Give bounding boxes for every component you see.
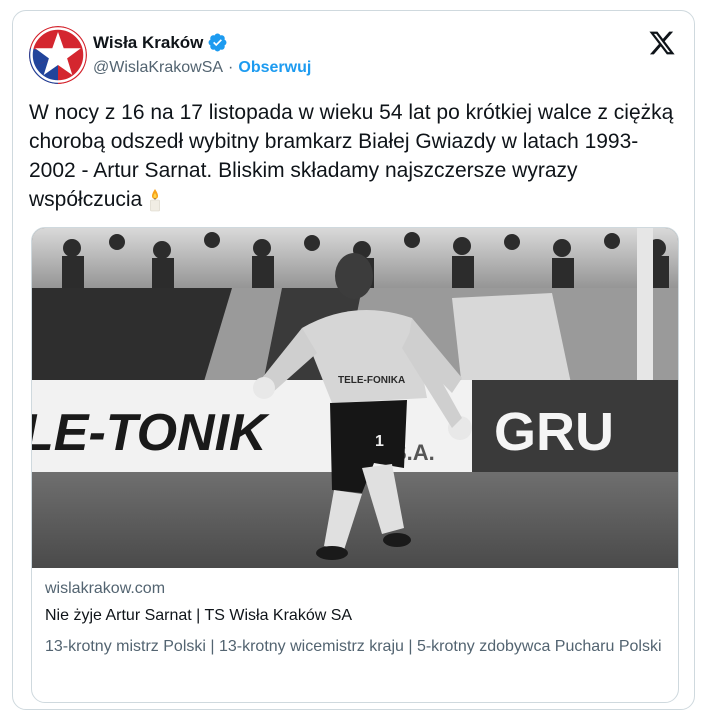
wisla-crest-icon[interactable]: [29, 26, 87, 84]
tweet-text: W nocy z 16 na 17 listopada w wieku 54 l…: [29, 98, 679, 214]
link-card-meta: wislakrakow.com Nie żyje Artur Sarnat | …: [45, 580, 665, 659]
link-domain: wislakrakow.com: [45, 580, 166, 597]
link-preview-card[interactable]: LE-TONIK S.A. GRU TELE-FONIKA 1 wislakra…: [31, 227, 679, 703]
author-handle[interactable]: @WislaKrakowSA: [93, 59, 223, 77]
shirt-text: TELE-FONIKA: [338, 375, 405, 386]
board-text-left: LE-TONIK: [32, 404, 270, 462]
x-logo-icon[interactable]: [648, 29, 676, 57]
shorts-number: 1: [375, 433, 384, 450]
verified-badge-icon: [208, 33, 227, 52]
author-name[interactable]: Wisła Kraków: [93, 33, 203, 53]
author-name-row: Wisła Kraków: [93, 32, 228, 53]
board-text-right: GRU: [494, 402, 614, 462]
link-description: 13-krotny mistrz Polski | 13-krotny wice…: [45, 638, 662, 655]
follow-button[interactable]: Obserwuj: [238, 59, 311, 77]
article-photo[interactable]: LE-TONIK S.A. GRU TELE-FONIKA 1: [32, 228, 678, 568]
tweet-body: W nocy z 16 na 17 listopada w wieku 54 l…: [29, 101, 674, 211]
author-handle-row: @WislaKrakowSA · Obserwuj: [93, 59, 311, 77]
link-title[interactable]: Nie żyje Artur Sarnat | TS Wisła Kraków …: [45, 607, 665, 625]
tweet-card: Wisła Kraków @WislaKrakowSA · Obserwuj W…: [12, 10, 695, 710]
separator-dot: ·: [228, 59, 234, 76]
candle-emoji-icon: [150, 189, 161, 212]
